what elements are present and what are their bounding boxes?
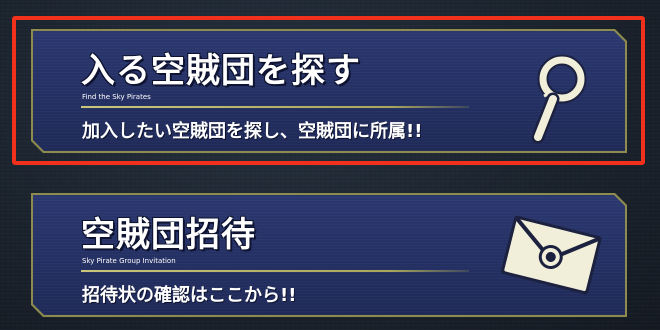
sky-pirate-invitation-subtitle: Sky Pirate Group Invitation <box>82 257 176 265</box>
sky-pirate-invitation-button[interactable]: 空賊団招待 Sky Pirate Group Invitation 招待状の確認… <box>31 193 627 317</box>
divider-line <box>81 270 469 272</box>
sky-pirate-invitation-description: 招待状の確認はここから!! <box>82 285 297 306</box>
sky-pirate-invitation-panel: 空賊団招待 Sky Pirate Group Invitation 招待状の確認… <box>33 195 625 315</box>
find-sky-pirates-button[interactable]: 入る空賊団を探す Find the Sky Pirates 加入したい空賊団を探… <box>31 29 627 153</box>
envelope-icon <box>496 213 606 299</box>
find-sky-pirates-title: 入る空賊団を探す <box>81 51 361 91</box>
magnifier-icon <box>530 53 592 145</box>
divider-line <box>81 106 469 108</box>
find-sky-pirates-panel: 入る空賊団を探す Find the Sky Pirates 加入したい空賊団を探… <box>33 31 625 151</box>
find-sky-pirates-description: 加入したい空賊団を探し、空賊団に所属!! <box>82 121 423 142</box>
sky-pirate-invitation-title: 空賊団招待 <box>81 215 256 255</box>
find-sky-pirates-subtitle: Find the Sky Pirates <box>82 93 151 101</box>
